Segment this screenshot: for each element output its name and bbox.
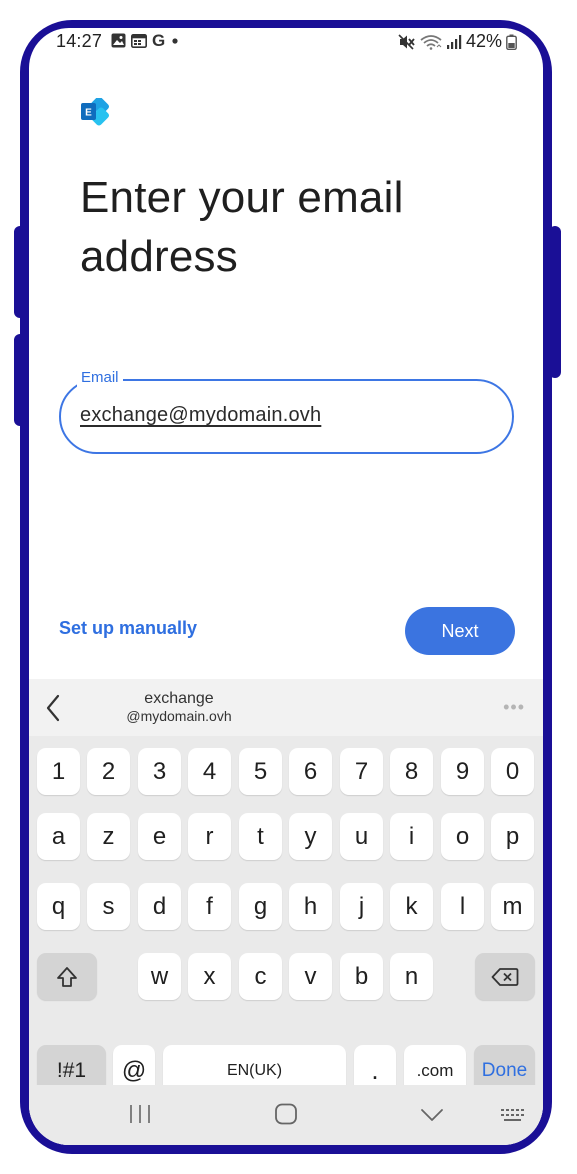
svg-text:E: E [85,108,92,119]
key-f[interactable]: f [188,883,231,930]
recents-icon[interactable] [128,1103,152,1125]
nav-bar [29,1085,543,1145]
dot-icon [172,38,178,44]
status-left-icons: G [111,31,180,50]
key-4[interactable]: 4 [188,748,231,795]
email-field-value[interactable]: exchange@mydomain.ovh [80,404,321,427]
email-field[interactable]: Email exchange@mydomain.ovh [59,369,514,454]
key-n[interactable]: n [390,953,433,1000]
key-5[interactable]: 5 [239,748,282,795]
status-right-icons: 42% [398,31,517,52]
key-x[interactable]: x [188,953,231,1000]
photo-icon [111,33,126,48]
key-c[interactable]: c [239,953,282,1000]
shift-key[interactable] [37,953,97,1000]
key-s[interactable]: s [87,883,130,930]
suggestion-line-2: @mydomain.ovh [126,708,232,724]
wifi-icon [420,34,442,50]
exchange-logo-icon: E [81,98,110,126]
chevron-left-icon[interactable] [43,693,65,723]
key-w[interactable]: w [138,953,181,1000]
key-b[interactable]: b [340,953,383,1000]
email-field-label: Email [77,369,123,387]
next-button[interactable]: Next [405,607,515,655]
key-u[interactable]: u [340,813,383,860]
google-icon: G [152,31,166,50]
key-p[interactable]: p [491,813,534,860]
key-a[interactable]: a [37,813,80,860]
key-j[interactable]: j [340,883,383,930]
key-r[interactable]: r [188,813,231,860]
key-z[interactable]: z [87,813,130,860]
key-y[interactable]: y [289,813,332,860]
shift-icon [57,966,77,987]
key-8[interactable]: 8 [390,748,433,795]
key-o[interactable]: o [441,813,484,860]
battery-icon [506,34,517,50]
status-bar: 14:27 G 42% [29,28,543,58]
suggestion-item[interactable]: exchange @mydomain.ovh [104,689,254,725]
more-options-icon[interactable]: ••• [503,697,525,718]
key-2[interactable]: 2 [87,748,130,795]
status-time: 14:27 [56,31,103,51]
suggestion-line-1: exchange [144,690,214,707]
key-m[interactable]: m [491,883,534,930]
key-q[interactable]: q [37,883,80,930]
key-d[interactable]: d [138,883,181,930]
key-i[interactable]: i [390,813,433,860]
key-k[interactable]: k [390,883,433,930]
key-1[interactable]: 1 [37,748,80,795]
key-g[interactable]: g [239,883,282,930]
key-0[interactable]: 0 [491,748,534,795]
keyboard: exchange @mydomain.ovh ••• 1 2 3 4 5 6 7… [29,679,543,1145]
suggestion-bar: exchange @mydomain.ovh ••• [29,679,543,736]
back-icon[interactable] [419,1107,445,1123]
key-7[interactable]: 7 [340,748,383,795]
key-t[interactable]: t [239,813,282,860]
battery-percent: 42% [465,31,502,51]
home-icon[interactable] [274,1103,298,1125]
backspace-key[interactable] [475,953,535,1000]
phone-screen: 14:27 G 42% E Enter your email address E… [29,28,543,1145]
setup-manually-link[interactable]: Set up manually [59,618,197,639]
key-l[interactable]: l [441,883,484,930]
calendar-icon [131,33,147,48]
key-9[interactable]: 9 [441,748,484,795]
backspace-icon [491,967,519,986]
mute-icon [398,33,415,50]
signal-icon [446,34,462,49]
keyboard-icon[interactable] [499,1107,527,1123]
key-v[interactable]: v [289,953,332,1000]
key-3[interactable]: 3 [138,748,181,795]
page-title: Enter your email address [80,173,404,281]
key-h[interactable]: h [289,883,332,930]
key-e[interactable]: e [138,813,181,860]
key-6[interactable]: 6 [289,748,332,795]
